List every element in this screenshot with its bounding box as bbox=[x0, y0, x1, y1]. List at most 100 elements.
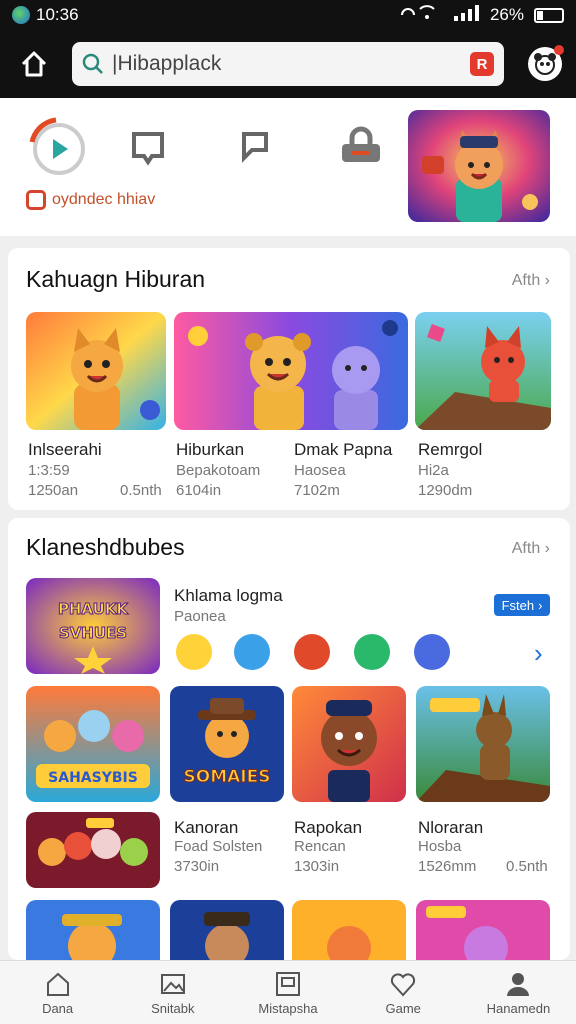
feature-action-button[interactable]: Fsteh › bbox=[494, 594, 550, 616]
tile-title: Rapokan bbox=[294, 818, 363, 837]
chevron-right-icon: › bbox=[544, 272, 550, 289]
cell-signal-icon bbox=[453, 4, 480, 26]
signal-icon bbox=[400, 4, 444, 26]
tile-meta: 7102m bbox=[294, 482, 340, 499]
tile-meta: 0.5nth bbox=[506, 858, 548, 875]
fox-character-image bbox=[415, 312, 551, 430]
chat-icon bbox=[132, 132, 164, 166]
cowboy-cat-image: SOMAIES bbox=[170, 686, 284, 802]
tile-subtitle: Hosba bbox=[418, 838, 462, 855]
game-tile[interactable] bbox=[292, 900, 406, 960]
panda-icon bbox=[534, 53, 556, 75]
see-all-link[interactable]: Afth › bbox=[512, 540, 550, 558]
game-tile[interactable] bbox=[416, 900, 550, 960]
fox-face-image bbox=[292, 900, 406, 960]
search-field[interactable]: |Hibapplack R bbox=[72, 42, 504, 86]
instagram-icon bbox=[26, 190, 46, 210]
chevron-right-icon: › bbox=[544, 540, 550, 557]
cat-character-image bbox=[408, 110, 550, 222]
tile-title: Hiburkan bbox=[176, 440, 245, 459]
section-entertainment: Kahuagn Hiburan Afth › Inlseerahi 1:3:59… bbox=[8, 248, 570, 510]
status-bar: 10:36 26% bbox=[0, 0, 576, 30]
tile-meta: 6104in bbox=[176, 482, 222, 499]
game-tile[interactable]: SOMAIES bbox=[170, 686, 284, 802]
banner-text-line1: PHAUKK bbox=[58, 600, 129, 618]
game-tile[interactable]: SAHASYBIS bbox=[26, 686, 160, 802]
image-icon bbox=[160, 974, 185, 994]
nav-label: Dana bbox=[42, 1001, 74, 1016]
play-icon bbox=[29, 117, 85, 175]
tile-meta: 3730in bbox=[174, 858, 220, 875]
chat-button[interactable] bbox=[128, 128, 168, 173]
tools-icon[interactable] bbox=[234, 634, 270, 670]
tile-meta: 1303in bbox=[294, 858, 340, 875]
game-tile[interactable] bbox=[174, 312, 408, 430]
tile-meta: 0.5nth bbox=[120, 482, 162, 499]
game-tile[interactable] bbox=[415, 312, 551, 430]
home-button[interactable] bbox=[14, 44, 54, 84]
feature-subtitle: Paonea bbox=[174, 608, 226, 625]
kangaroo-image bbox=[416, 686, 550, 802]
search-input[interactable]: |Hibapplack bbox=[112, 52, 470, 76]
nav-item-profile[interactable]: Hanamedn bbox=[461, 961, 576, 1024]
home-icon bbox=[21, 51, 47, 77]
see-all-link[interactable]: Afth › bbox=[512, 272, 550, 290]
tile-title: Kanoran bbox=[174, 818, 239, 837]
top-bar: |Hibapplack R bbox=[0, 30, 576, 98]
cat-character-image bbox=[26, 312, 166, 430]
nav-item-game[interactable]: Game bbox=[346, 961, 461, 1024]
see-all-label: Afth bbox=[511, 272, 541, 289]
tile-meta: 1526mm bbox=[418, 858, 477, 875]
home-icon bbox=[46, 972, 69, 996]
battery-icon bbox=[534, 7, 564, 23]
characters-group-image bbox=[26, 812, 160, 888]
tile-title: Dmak Papna bbox=[294, 440, 393, 459]
tile-subtitle: Bepakotoam bbox=[176, 462, 261, 479]
flag-icon bbox=[242, 132, 268, 163]
brand-text: oydndec hhiav bbox=[52, 191, 156, 208]
tile-meta: 1290dm bbox=[418, 482, 473, 499]
section-title: Klaneshdbubes bbox=[26, 534, 185, 560]
search-badge[interactable]: R bbox=[470, 52, 494, 76]
section-collections: Klaneshdbubes Afth › PHAUKK SVHUES Khlam… bbox=[8, 518, 570, 960]
game-tile[interactable] bbox=[26, 900, 160, 960]
chevron-right-icon: › bbox=[538, 597, 543, 613]
feature-banner[interactable]: PHAUKK SVHUES bbox=[26, 578, 160, 674]
flag-button[interactable] bbox=[234, 128, 274, 173]
game-tile[interactable] bbox=[292, 686, 406, 802]
tile-subtitle: Foad Solsten bbox=[174, 838, 263, 855]
police-bear-image bbox=[292, 686, 406, 802]
tile-subtitle: Rencan bbox=[294, 838, 346, 855]
battery-percent: 26% bbox=[489, 5, 524, 24]
nav-item-gallery[interactable]: Snitabk bbox=[115, 961, 230, 1024]
animals-banner-image: SAHASYBIS bbox=[26, 686, 160, 802]
pirate-cat-image bbox=[170, 900, 284, 960]
puzzle-icon[interactable] bbox=[414, 634, 450, 670]
tile-title: Nloraran bbox=[418, 818, 484, 837]
tile-subtitle: Haosea bbox=[294, 462, 346, 479]
lock-button[interactable] bbox=[338, 124, 384, 173]
brand-label: oydndec hhiav bbox=[26, 190, 155, 210]
nav-item-home[interactable]: Dana bbox=[0, 961, 115, 1024]
emoji-icon[interactable] bbox=[176, 634, 212, 670]
profile-avatar[interactable] bbox=[528, 45, 564, 81]
game-tile[interactable] bbox=[26, 312, 166, 430]
feature-title: Khlama logma bbox=[174, 586, 283, 605]
chevron-right-icon[interactable]: › bbox=[534, 638, 543, 669]
cat-hat-image bbox=[26, 900, 160, 960]
game-tile[interactable] bbox=[26, 812, 160, 888]
game-tile[interactable] bbox=[416, 686, 550, 802]
see-all-label: Afth bbox=[511, 540, 541, 557]
search-icon bbox=[82, 53, 103, 74]
tile-meta: 1250an bbox=[28, 482, 79, 499]
banner-text-line2: SVHUES bbox=[59, 624, 127, 642]
nav-item-media[interactable]: Mistapsha bbox=[230, 961, 345, 1024]
bear-characters-image bbox=[174, 312, 408, 430]
chat-bubble-icon[interactable] bbox=[354, 634, 390, 670]
nav-label: Mistapsha bbox=[258, 1001, 318, 1016]
game-tile[interactable] bbox=[170, 900, 284, 960]
play-button[interactable] bbox=[26, 116, 88, 183]
heart-icon bbox=[391, 973, 416, 997]
chest-icon[interactable] bbox=[294, 634, 330, 670]
hero-thumbnail[interactable] bbox=[408, 110, 550, 222]
